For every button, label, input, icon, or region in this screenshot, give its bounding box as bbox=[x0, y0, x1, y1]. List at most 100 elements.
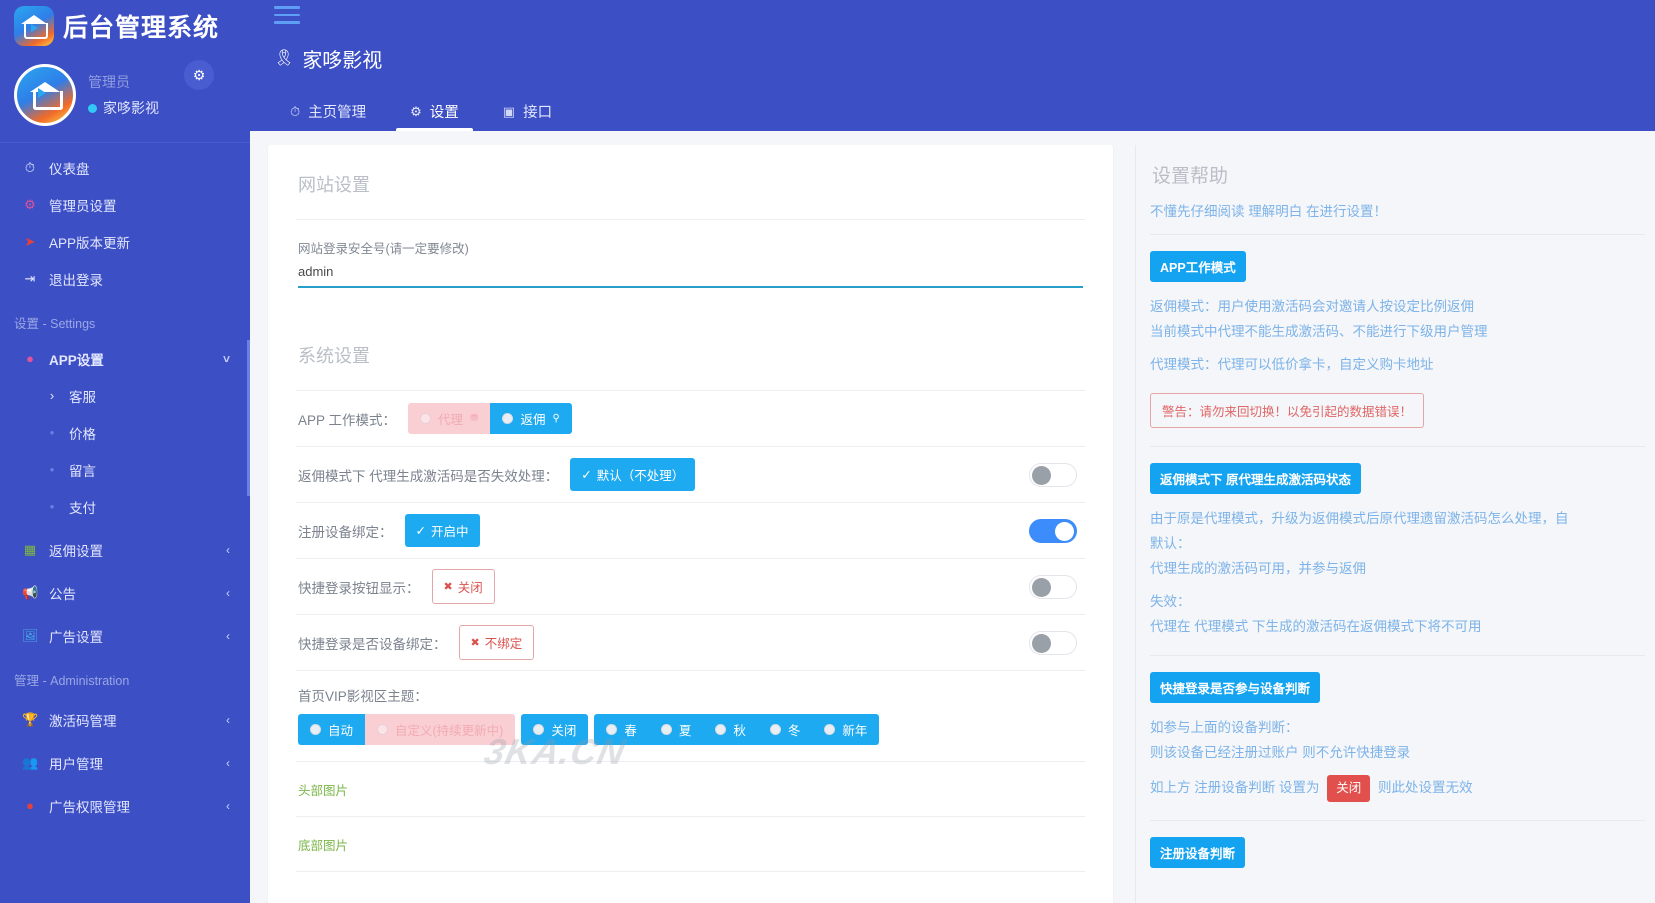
radio-dot-icon bbox=[533, 724, 545, 735]
sidebar-item-announcement[interactable]: 📢 公告 ‹ bbox=[0, 574, 250, 611]
row-app-work-mode: APP 工作模式： 代理 ⛃ 返佣 ⚲ bbox=[296, 391, 1085, 447]
radio-label: 新年 bbox=[842, 724, 868, 738]
default-no-action-button[interactable]: ✓ 默认（不处理） bbox=[570, 458, 696, 491]
sidebar-item-label: 激活码管理 bbox=[49, 713, 117, 729]
badge-label: 关闭 bbox=[457, 581, 483, 595]
hamburger-icon[interactable] bbox=[274, 6, 300, 24]
gear-icon: ⚙ bbox=[410, 103, 422, 119]
avatar bbox=[14, 64, 76, 126]
page-title: 🎗 家哆影视 bbox=[274, 44, 1655, 73]
help-inline-note: 如上方 注册设备判断 设置为 关闭 则此处设置无效 bbox=[1150, 775, 1645, 802]
sidebar-item-app-update[interactable]: ➤ APP版本更新 bbox=[0, 223, 250, 260]
radio-theme-newyear[interactable]: 新年 bbox=[812, 714, 880, 745]
sidebar-item-activation-codes[interactable]: 🏆 激活码管理 ‹ bbox=[0, 701, 250, 738]
help-block-quick-login-device: 快捷登录是否参与设备判断 如参与上面的设备判断： 则该设备已经注册过账户 则不允… bbox=[1150, 656, 1645, 821]
radio-theme-custom[interactable]: 自定义(持续更新中) bbox=[365, 714, 516, 745]
logout-icon: ⇥ bbox=[24, 270, 36, 286]
chevron-left-icon: ‹ bbox=[226, 628, 230, 643]
radio-label: 自动 bbox=[328, 724, 354, 738]
sidebar-item-label: 仪表盘 bbox=[49, 161, 90, 177]
badge-label: 不绑定 bbox=[484, 637, 523, 651]
closed-status-button[interactable]: ✖ 关闭 bbox=[431, 569, 495, 604]
toggle-quick-login-device-binding[interactable] bbox=[1029, 630, 1077, 655]
radio-commission-mode[interactable]: 返佣 ⚲ bbox=[490, 403, 572, 434]
row-quick-login-button-display: 快捷登录按钮显示： ✖ 关闭 bbox=[296, 559, 1085, 615]
sidebar-item-app-settings[interactable]: ● APP设置 ˅ bbox=[0, 340, 250, 377]
users-icon: 👥 bbox=[22, 754, 39, 770]
help-block-work-mode: APP工作模式 返佣模式：用户使用激活码会对邀请人按设定比例返佣 当前模式中代理… bbox=[1150, 235, 1645, 447]
sidebar-subitem-message[interactable]: • 留言 bbox=[0, 451, 250, 488]
sidebar-divider bbox=[0, 142, 250, 143]
radio-suffix-icon: ⛃ bbox=[470, 413, 479, 424]
brand-logo-icon bbox=[14, 6, 54, 46]
radio-label: 夏 bbox=[678, 724, 692, 738]
sidebar-brand[interactable]: 后台管理系统 bbox=[0, 0, 250, 52]
help-paragraph: 返佣模式：用户使用激活码会对邀请人按设定比例返佣 bbox=[1150, 299, 1474, 314]
header-image-link[interactable]: 头部图片 bbox=[298, 784, 348, 798]
radio-theme-off[interactable]: 关闭 bbox=[521, 714, 589, 745]
sidebar-subitem-price[interactable]: • 价格 bbox=[0, 414, 250, 451]
footer-image-link[interactable]: 底部图片 bbox=[298, 839, 348, 853]
security-input[interactable] bbox=[298, 262, 1083, 288]
chevron-left-icon: ‹ bbox=[226, 755, 230, 770]
dot-icon: • bbox=[49, 499, 55, 514]
radio-agent-mode[interactable]: 代理 ⛃ bbox=[408, 403, 491, 434]
help-paragraph: 默认： bbox=[1150, 536, 1191, 551]
radio-theme-autumn[interactable]: 秋 bbox=[703, 714, 758, 745]
vip-theme-radio-groups: 自动 自定义(持续更新中) 关闭 春 夏 秋 冬 新年 bbox=[298, 714, 1083, 745]
tab-bar: ⏱ 主页管理 ⚙ 设置 ▣ 接口 bbox=[250, 92, 1655, 131]
tab-label: 设置 bbox=[429, 105, 459, 121]
radio-dot-icon bbox=[824, 724, 836, 735]
sidebar-subitem-kefu[interactable]: › 客服 bbox=[0, 377, 250, 414]
topbar: 🎗 家哆影视 bbox=[250, 0, 1655, 92]
dot-icon: • bbox=[49, 425, 55, 440]
row-extra bbox=[296, 872, 1085, 903]
toggle-quick-login-button-display[interactable] bbox=[1029, 574, 1077, 599]
website-settings-title: 网站设置 bbox=[296, 145, 1085, 220]
radio-dot-icon bbox=[769, 724, 781, 735]
tab-settings[interactable]: ⚙ 设置 bbox=[388, 92, 481, 131]
radio-label: 代理 bbox=[438, 413, 464, 427]
sidebar-item-user-management[interactable]: 👥 用户管理 ‹ bbox=[0, 744, 250, 781]
sidebar-profile[interactable]: 管理员 家哆影视 bbox=[0, 52, 250, 138]
sidebar-item-ad-permission[interactable]: ● 广告权限管理 ‹ bbox=[0, 787, 250, 824]
help-paragraph: 失效： bbox=[1150, 594, 1191, 609]
radio-dot-icon bbox=[606, 724, 618, 735]
sidebar-item-commission-settings[interactable]: ▦ 返佣设置 ‹ bbox=[0, 531, 250, 568]
brand-title: 后台管理系统 bbox=[63, 14, 220, 42]
radio-theme-summer[interactable]: 夏 bbox=[648, 714, 704, 745]
tab-home-management[interactable]: ⏱ 主页管理 bbox=[268, 92, 388, 131]
dot-icon: • bbox=[49, 462, 55, 477]
sidebar-item-ad-settings[interactable]: 🖼 广告设置 ‹ bbox=[0, 617, 250, 654]
profile-name: 家哆影视 bbox=[103, 100, 159, 116]
radio-label: 春 bbox=[624, 724, 637, 738]
sidebar-item-label: 公告 bbox=[49, 586, 76, 602]
gears-icon: ⚙ bbox=[24, 196, 36, 212]
enabled-status-button[interactable]: ✓ 开启中 bbox=[404, 514, 480, 547]
sidebar-item-admin-settings[interactable]: ⚙ 管理员设置 bbox=[0, 186, 250, 223]
gear-icon[interactable]: ⚙ bbox=[184, 60, 214, 90]
tab-interface[interactable]: ▣ 接口 bbox=[481, 92, 574, 131]
radio-suffix-icon: ⚲ bbox=[552, 413, 560, 424]
sidebar-heading-settings: 设置 - Settings bbox=[14, 317, 96, 331]
sidebar-item-label: 广告设置 bbox=[49, 629, 103, 645]
app-root: 后台管理系统 ⚙ 管理员 家哆影视 ⏱ 仪表盘 ⚙ 管理员设置 ➤ APP版本更… bbox=[0, 0, 1655, 903]
radio-theme-spring[interactable]: 春 bbox=[594, 714, 649, 745]
sidebar-item-logout[interactable]: ⇥ 退出登录 bbox=[0, 260, 250, 297]
chevron-left-icon: ‹ bbox=[226, 712, 230, 727]
radio-dot-icon bbox=[660, 724, 672, 735]
radio-theme-winter[interactable]: 冬 bbox=[757, 714, 813, 745]
row-quick-login-device-binding: 快捷登录是否设备绑定： ✖ 不绑定 bbox=[296, 615, 1085, 671]
x-icon: ✖ bbox=[470, 637, 480, 649]
not-bound-status-button[interactable]: ✖ 不绑定 bbox=[458, 625, 535, 660]
toggle-agent-code-invalid[interactable] bbox=[1029, 462, 1077, 487]
security-field-label: 网站登录安全号(请一定要修改) bbox=[298, 242, 469, 256]
toggle-register-device-binding[interactable] bbox=[1029, 518, 1077, 543]
help-chip-legacy-code-status: 返佣模式下 原代理生成激活码状态 bbox=[1150, 463, 1361, 494]
trophy-icon: 🏆 bbox=[22, 711, 39, 727]
sidebar-item-label: 返佣设置 bbox=[49, 543, 103, 559]
shield-icon: ● bbox=[26, 798, 34, 813]
sidebar-item-dashboard[interactable]: ⏱ 仪表盘 bbox=[0, 149, 250, 186]
sidebar-subitem-pay[interactable]: • 支付 bbox=[0, 488, 250, 525]
radio-theme-auto[interactable]: 自动 bbox=[298, 714, 366, 745]
